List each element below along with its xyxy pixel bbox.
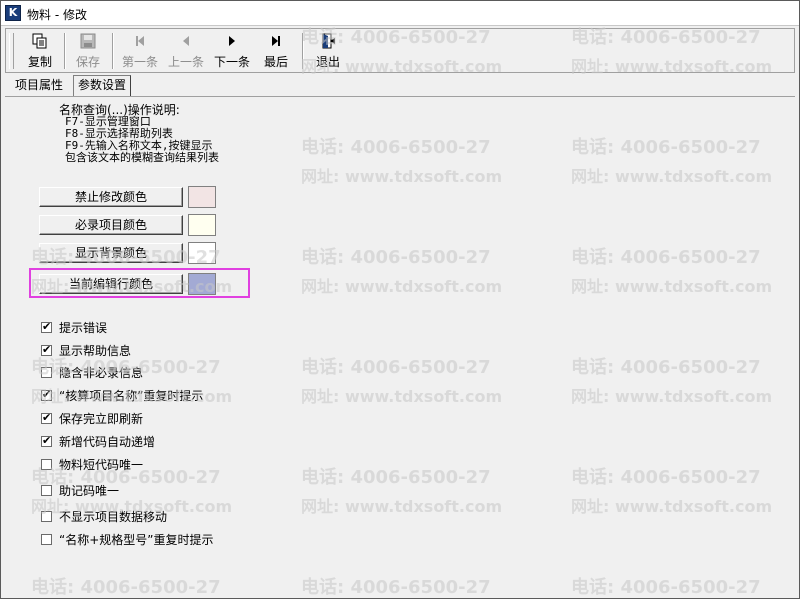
current-edit-row-color-button[interactable]: 当前编辑行颜色 [39, 274, 183, 294]
watermark-phone: 电话: 4006-6500-27 [571, 137, 761, 158]
previous-arrow-icon [178, 33, 194, 49]
window-title: 物料 - 修改 [27, 8, 87, 22]
watermark-site: 网址: www.tdxsoft.com [301, 277, 503, 296]
tab-item-properties[interactable]: 项目属性 [11, 76, 67, 95]
app-logo-icon: K [5, 5, 21, 21]
watermark-site: 网址: www.tdxsoft.com [571, 387, 773, 406]
watermark-site: 网址: www.tdxsoft.com [301, 387, 503, 406]
title-bar[interactable]: K 物料 - 修改 [1, 1, 799, 26]
watermark-phone: 电话: 4006-6500-27 [571, 247, 761, 268]
checkbox-label: 物料短代码唯一 [59, 458, 144, 472]
save-disk-icon [80, 33, 96, 49]
background-color-swatch[interactable] [188, 242, 216, 264]
checkbox[interactable] [41, 534, 52, 545]
watermark-phone: 电话: 4006-6500-27 [301, 467, 491, 488]
checkbox-label: 新增代码自动递增 [59, 435, 156, 449]
checkmark-icon: ✔ [42, 434, 52, 447]
instructions-line: 包含该文本的模糊查询结果列表 [65, 151, 219, 164]
next-record-button[interactable]: 下一条 [210, 31, 254, 71]
material-edit-window: K 物料 - 修改 复制 保存 第一条 上一条 下一条 最后 退出 项目属性 参… [0, 0, 800, 599]
copy-icon [32, 33, 48, 49]
tab-parameter-settings[interactable]: 参数设置 [73, 75, 132, 96]
exit-door-icon [320, 33, 336, 49]
watermark-site: 网址: www.tdxsoft.com [301, 167, 503, 186]
checkbox[interactable] [41, 511, 52, 522]
toolbar-separator [64, 33, 66, 69]
save-button[interactable]: 保存 [70, 31, 106, 71]
checkmark-icon: ✔ [42, 388, 52, 401]
checkbox[interactable]: ✔ [41, 320, 52, 333]
last-record-icon [268, 33, 284, 49]
required-field-color-button[interactable]: 必录项目颜色 [39, 215, 183, 235]
checkmark-icon: ✔ [42, 320, 52, 333]
checkbox[interactable]: ✔ [41, 411, 52, 424]
watermark-phone: 电话: 4006-6500-27 [301, 357, 491, 378]
first-record-icon [132, 33, 148, 49]
checkbox-label: “核算项目名称”重复时提示 [59, 389, 204, 403]
watermark-phone: 电话: 4006-6500-27 [571, 467, 761, 488]
exit-button[interactable]: 退出 [310, 31, 346, 71]
checkbox-label: 保存完立即刷新 [59, 412, 144, 426]
checkbox[interactable] [41, 485, 52, 496]
disabled-edit-color-swatch[interactable] [188, 186, 216, 208]
watermark-site: 网址: www.tdxsoft.com [571, 167, 773, 186]
checkbox[interactable] [41, 367, 52, 378]
checkbox[interactable]: ✔ [41, 388, 52, 401]
toolbar-separator [302, 33, 304, 69]
watermark-phone: 电话: 4006-6500-27 [301, 577, 491, 598]
checkbox-label: 不显示项目数据移动 [59, 510, 168, 524]
current-edit-row-color-swatch[interactable] [188, 273, 216, 295]
checkmark-icon: ✔ [42, 343, 52, 356]
watermark-phone: 电话: 4006-6500-27 [301, 137, 491, 158]
watermark-phone: 电话: 4006-6500-27 [571, 357, 761, 378]
background-color-button[interactable]: 显示背景颜色 [39, 243, 183, 263]
checkmark-icon: ✔ [42, 411, 52, 424]
previous-record-button[interactable]: 上一条 [164, 31, 208, 71]
watermark-site: 网址: www.tdxsoft.com [571, 277, 773, 296]
checkbox-label: “名称+规格型号”重复时提示 [59, 533, 214, 547]
watermark-phone: 电话: 4006-6500-27 [31, 577, 221, 598]
first-record-button[interactable]: 第一条 [118, 31, 162, 71]
tab-panel-border [5, 96, 795, 97]
toolbar-grip[interactable] [9, 33, 14, 69]
checkbox[interactable]: ✔ [41, 343, 52, 356]
checkbox[interactable]: ✔ [41, 434, 52, 447]
toolbar: 复制 保存 第一条 上一条 下一条 最后 退出 [5, 28, 795, 73]
checkbox-label: 助记码唯一 [59, 484, 120, 498]
checkbox-label: 提示错误 [59, 321, 108, 335]
watermark-site: 网址: www.tdxsoft.com [301, 497, 503, 516]
copy-button[interactable]: 复制 [22, 31, 58, 71]
watermark-site: 网址: www.tdxsoft.com [571, 497, 773, 516]
disabled-edit-color-button[interactable]: 禁止修改颜色 [39, 187, 183, 207]
toolbar-separator [112, 33, 114, 69]
checkbox[interactable] [41, 459, 52, 470]
watermark-phone: 电话: 4006-6500-27 [571, 577, 761, 598]
next-arrow-icon [224, 33, 240, 49]
required-field-color-swatch[interactable] [188, 214, 216, 236]
checkbox-label: 显示帮助信息 [59, 344, 132, 358]
last-record-button[interactable]: 最后 [258, 31, 294, 71]
watermark-phone: 电话: 4006-6500-27 [301, 247, 491, 268]
checkbox-label: 隐含非必录信息 [59, 366, 144, 380]
